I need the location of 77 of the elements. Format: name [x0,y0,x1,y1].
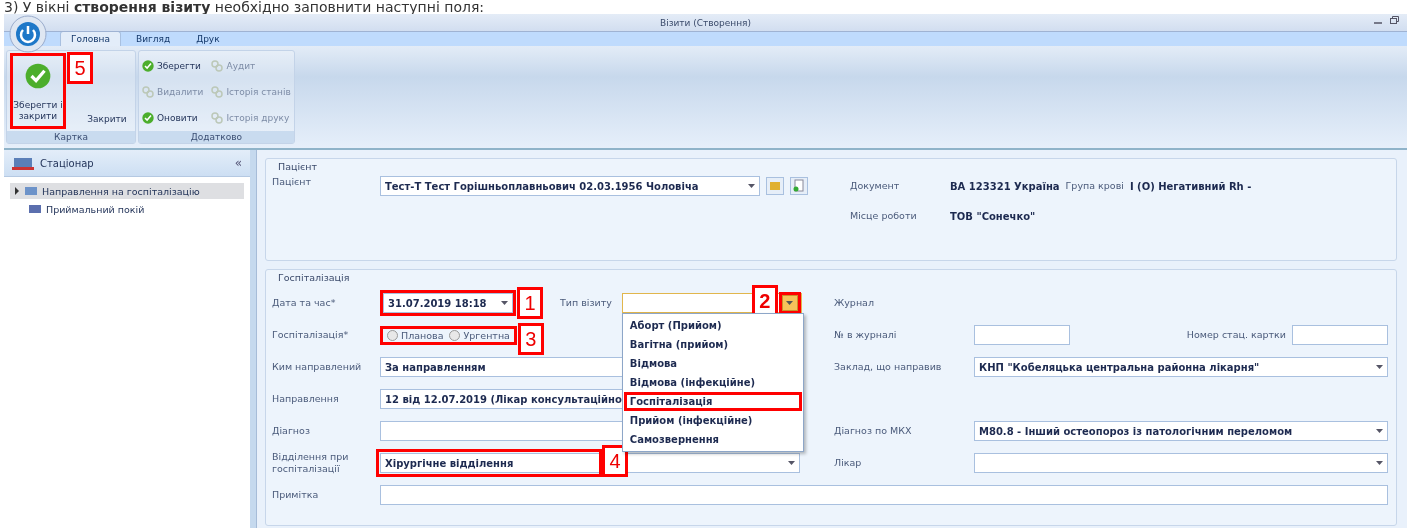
combo-box[interactable]: КНП "Кобеляцька центральна районна лікарня" [974,357,1388,377]
tree-item[interactable]: Приймальний покій [24,201,244,217]
ribbon-button[interactable]: Закрити [82,114,132,129]
dropdown-option[interactable]: Аборт (Прийом) [623,316,802,335]
combo-box[interactable]: 31.07.2019 18:18 [383,293,513,313]
ribbon-tab[interactable]: Вигляд [124,31,182,46]
instruction-text: 3) У вікні створення візиту необхідно заповнити наступні поля: [3,0,486,14]
radio-icon[interactable] [449,329,461,341]
group-label: Картка [7,131,135,143]
dropdown-arrow-icon[interactable] [786,301,794,305]
group-legend: Госпіталізація [278,272,1388,283]
field-label: Документ [850,180,901,192]
gears-icon [142,86,154,98]
field-label: Відділення при госпіталізації [272,451,350,475]
collapse-button[interactable]: « [234,156,242,170]
gears-icon [211,59,224,72]
text-field[interactable] [380,485,1388,505]
restore-icon[interactable] [1390,16,1399,24]
field-label: Номер стац. картки [1186,329,1286,341]
ribbon-button[interactable]: Зберегти і закрити [13,56,63,126]
panel-title: Стаціонар [40,157,94,169]
field-label: Направлення [272,393,340,405]
window-title: Візити (Створення) [659,17,752,28]
dropdown-option[interactable]: Прийом (інфекційне) [623,411,802,430]
step-number: 1 [517,287,543,319]
field-label: Госпіталізація* [272,329,350,341]
field-label: Лікар [834,457,863,469]
step-number: 5 [67,52,93,84]
ribbon-tab[interactable]: Друк [185,31,231,46]
dropdown-arrow-icon[interactable] [1376,365,1383,369]
field-value: I (O) Негативний Rh - [1129,180,1252,192]
field-label: Журнал [834,297,875,309]
tree-item[interactable]: Направлення на госпіталізацію [10,183,244,199]
group-label: Додатково [139,131,294,143]
dropdown-option[interactable]: Вагітна (прийом) [623,335,802,354]
step-number: 3 [517,322,544,355]
document-icon[interactable] [790,177,808,195]
field-label: Примітка [272,489,320,501]
dropdown-arrow-icon[interactable] [1376,461,1383,465]
field-label: Тип візиту [560,297,612,309]
field-label: Діагноз по МКХ [834,425,913,437]
combo-box[interactable]: Тест-Т Тест Горішньоплавньович 02.03.1956 Чоловіча [380,176,760,196]
expand-icon[interactable] [14,187,20,195]
tree-node-icon [24,185,38,197]
check-icon [142,59,154,72]
field-label: № в журналі [834,329,898,341]
tree-node-icon [28,203,42,215]
ribbon-button[interactable]: Зберегти [142,55,204,77]
hospital-icon [12,155,34,171]
field-label: Група крові [1065,180,1124,192]
combo-box[interactable]: M80.8 - Інший остеопороз із патологічним переломом [974,421,1388,441]
gears-icon [211,86,224,98]
radio-option[interactable]: Планова [387,329,444,341]
field-label: Ким направлений [272,361,363,373]
dropdown-option[interactable]: Госпіталізація [623,392,802,411]
text-field[interactable] [1292,325,1388,345]
field-label: Місце роботи [850,210,918,222]
field-label: Пацієнт [272,176,313,188]
field-label: Діагноз [272,425,311,437]
field-value: ТОВ "Сонечко" [950,210,1036,222]
dropdown-arrow-icon[interactable] [748,184,755,188]
gears-icon [211,112,224,125]
field-value: ВА 123321 Україна [950,180,1060,192]
field-label: Заклад, що направив [834,361,943,373]
dropdown-arrow-icon[interactable] [788,461,795,465]
dropdown-arrow-icon[interactable] [501,301,508,305]
dropdown-option[interactable]: Відмова [623,354,802,373]
check-icon [25,63,51,89]
radio-icon[interactable] [387,329,398,341]
text-field[interactable] [974,325,1070,345]
radio-option[interactable]: Ургентна [449,329,510,341]
group-legend: Пацієнт [278,161,1388,172]
ribbon-button[interactable]: Оновити [142,107,204,129]
step-number: 4 [602,445,628,477]
field-label: Дата та час* [272,297,337,309]
check-icon [142,112,154,125]
dropdown-arrow-icon[interactable] [1376,429,1383,433]
